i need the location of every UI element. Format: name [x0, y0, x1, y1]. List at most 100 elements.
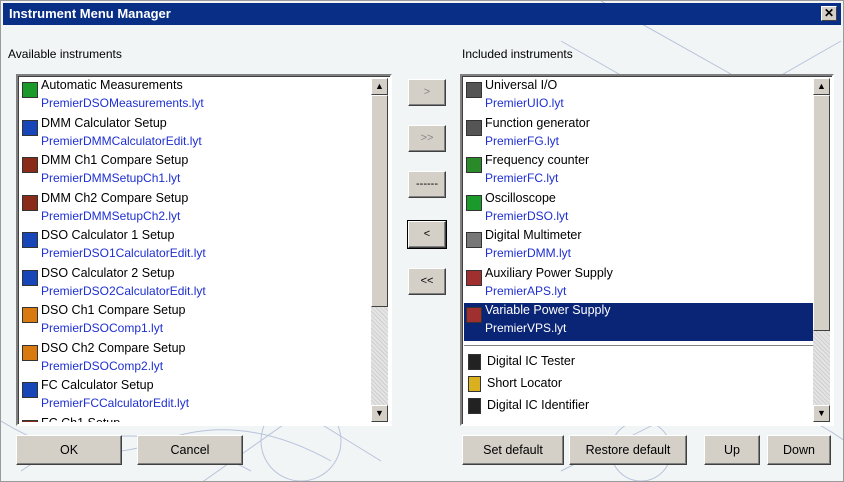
waveform-ch1-icon	[22, 307, 38, 323]
scroll-thumb[interactable]	[371, 95, 388, 307]
item-name: Digital IC Tester	[487, 353, 575, 368]
available-list[interactable]: Automatic Measurements PremierDSOMeasurem…	[16, 74, 392, 426]
scope-icon	[466, 194, 482, 211]
item-file: PremierFCCalculatorEdit.lyt	[41, 396, 190, 410]
add-all-button[interactable]: >>	[408, 125, 446, 152]
calculator-icon	[22, 382, 38, 398]
scroll-down-icon[interactable]: ▼	[371, 405, 388, 422]
list-item[interactable]: FC Ch1 Setup	[20, 416, 371, 423]
item-name: DSO Ch1 Compare Setup	[41, 303, 186, 317]
item-name: Variable Power Supply	[485, 303, 611, 317]
list-item[interactable]: Automatic Measurements PremierDSOMeasurem…	[20, 78, 371, 116]
item-file: PremierDMM.lyt	[485, 246, 571, 260]
list-item[interactable]: Digital IC Tester	[464, 351, 813, 373]
item-file: PremierDSO2CalculatorEdit.lyt	[41, 283, 206, 298]
included-heading: Included instruments	[462, 47, 573, 61]
frequency-counter-icon	[466, 157, 482, 173]
available-heading: Available instruments	[8, 47, 122, 61]
restore-default-button[interactable]: Restore default	[569, 435, 687, 465]
compare-ch2-icon	[22, 194, 38, 211]
calculator-icon	[22, 232, 38, 248]
item-file: PremierFG.lyt	[485, 133, 560, 148]
remove-all-button[interactable]: <<	[408, 268, 446, 295]
compare-icon	[22, 419, 38, 422]
item-name: DMM Calculator Setup	[41, 115, 167, 130]
item-name: DSO Ch2 Compare Setup	[41, 340, 186, 355]
item-name: Automatic Measurements	[41, 78, 183, 92]
item-name: Digital Multimeter	[485, 228, 582, 242]
list-item[interactable]: DMM Ch2 Compare Setup PremierDMMSetupCh2.…	[20, 191, 371, 229]
available-scrollbar[interactable]: ▲ ▼	[371, 78, 388, 422]
item-file: PremierDSO1CalculatorEdit.lyt	[41, 246, 206, 260]
item-name: Digital IC Identifier	[487, 397, 590, 412]
item-name: FC Ch1 Setup	[41, 416, 120, 423]
list-item[interactable]: Variable Power Supply PremierVPS.lyt	[464, 303, 813, 341]
item-file: PremierAPS.lyt	[485, 283, 567, 298]
item-name: FC Calculator Setup	[41, 378, 154, 392]
item-name: DSO Calculator 1 Setup	[41, 228, 175, 242]
list-item[interactable]: Short Locator	[464, 373, 813, 395]
scroll-thumb[interactable]	[813, 95, 830, 331]
item-file: PremierDSOComp2.lyt	[41, 358, 164, 373]
item-file: PremierUIO.lyt	[485, 96, 564, 110]
item-name: Frequency counter	[485, 153, 590, 167]
title-bar: Instrument Menu Manager ✕	[3, 3, 841, 25]
list-item[interactable]: FC Calculator Setup PremierFCCalculatorEd…	[20, 378, 371, 416]
power-supply-icon	[466, 269, 482, 286]
multimeter-icon	[466, 232, 482, 248]
item-name: Universal I/O	[485, 78, 558, 92]
scope-icon	[22, 82, 38, 98]
scroll-up-icon[interactable]: ▲	[371, 78, 388, 95]
item-file: PremierDSOMeasurements.lyt	[41, 96, 204, 110]
item-name: DSO Calculator 2 Setup	[41, 265, 175, 280]
function-generator-icon	[466, 119, 482, 136]
ok-button[interactable]: OK	[16, 435, 122, 465]
list-item[interactable]: Auxiliary Power Supply PremierAPS.lyt	[464, 266, 813, 304]
item-file: PremierDSO.lyt	[485, 208, 569, 223]
separator-button[interactable]: ------	[408, 171, 446, 198]
item-file: PremierDMMSetupCh1.lyt	[41, 171, 181, 185]
item-name: Oscilloscope	[485, 190, 556, 205]
item-file: PremierVPS.lyt	[485, 321, 567, 335]
short-locator-icon	[468, 375, 481, 392]
included-scrollbar[interactable]: ▲ ▼	[813, 78, 830, 422]
list-item[interactable]: Universal I/O PremierUIO.lyt	[464, 78, 813, 116]
ic-identifier-icon	[468, 397, 481, 414]
compare-ch1-icon	[22, 157, 38, 173]
list-item[interactable]: Digital Multimeter PremierDMM.lyt	[464, 228, 813, 266]
list-item[interactable]: DMM Ch1 Compare Setup PremierDMMSetupCh1.…	[20, 153, 371, 191]
scroll-down-icon[interactable]: ▼	[813, 405, 830, 422]
item-name: DMM Ch2 Compare Setup	[41, 190, 189, 205]
instrument-menu-manager-window: Instrument Menu Manager ✕ Available inst…	[0, 0, 844, 482]
down-button[interactable]: Down	[767, 435, 831, 465]
add-button[interactable]: >	[408, 79, 446, 106]
close-button[interactable]: ✕	[821, 6, 837, 21]
set-default-button[interactable]: Set default	[462, 435, 564, 465]
list-item[interactable]: DSO Calculator 1 Setup PremierDSO1Calcula…	[20, 228, 371, 266]
waveform-ch2-icon	[22, 344, 38, 361]
power-supply-icon	[466, 307, 482, 323]
item-name: Short Locator	[487, 375, 563, 390]
io-icon	[466, 82, 482, 98]
list-item[interactable]: DMM Calculator Setup PremierDMMCalculator…	[20, 116, 371, 154]
calculator-icon	[22, 269, 38, 286]
calculator-icon	[22, 119, 38, 136]
cancel-button[interactable]: Cancel	[137, 435, 243, 465]
list-item[interactable]: Oscilloscope PremierDSO.lyt	[464, 191, 813, 229]
list-item[interactable]: Function generator PremierFG.lyt	[464, 116, 813, 154]
item-file: PremierFC.lyt	[485, 171, 559, 185]
list-item[interactable]: DSO Calculator 2 Setup PremierDSO2Calcula…	[20, 266, 371, 304]
scroll-up-icon[interactable]: ▲	[813, 78, 830, 95]
up-button[interactable]: Up	[704, 435, 760, 465]
item-name: Auxiliary Power Supply	[485, 265, 613, 280]
list-item[interactable]: DSO Ch2 Compare Setup PremierDSOComp2.lyt	[20, 341, 371, 379]
item-file: PremierDMMSetupCh2.lyt	[41, 208, 181, 223]
list-item[interactable]: DSO Ch1 Compare Setup PremierDSOComp1.lyt	[20, 303, 371, 341]
list-item[interactable]: Digital IC Identifier	[464, 395, 813, 417]
included-list[interactable]: Universal I/O PremierUIO.lyt Function gene…	[460, 74, 834, 426]
remove-button[interactable]: <	[407, 220, 447, 249]
list-item[interactable]: Frequency counter PremierFC.lyt	[464, 153, 813, 191]
ic-tester-icon	[468, 353, 481, 370]
item-name: DMM Ch1 Compare Setup	[41, 153, 189, 167]
item-name: Function generator	[485, 115, 590, 130]
